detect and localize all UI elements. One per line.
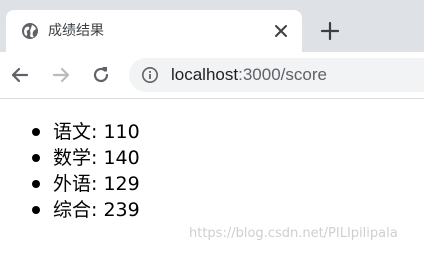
arrow-back-icon[interactable]	[9, 64, 31, 86]
watermark: https://blog.csdn.net/PILIpilipala	[189, 226, 398, 241]
list-item: 语文: 110	[32, 121, 140, 143]
list-item: 数学: 140	[32, 147, 140, 169]
globe-icon	[22, 23, 38, 39]
tab-active[interactable]: 成绩结果	[6, 10, 302, 52]
list-item: 外语: 129	[32, 173, 140, 195]
close-icon[interactable]	[272, 22, 290, 40]
address-bar[interactable]: localhost:3000/score	[129, 58, 424, 92]
browser-toolbar: localhost:3000/score	[0, 52, 424, 99]
plus-icon[interactable]	[320, 21, 340, 41]
arrow-forward-icon[interactable]	[50, 64, 72, 86]
tab-title: 成绩结果	[48, 23, 104, 39]
tab-strip: 成绩结果	[0, 0, 424, 52]
url-path: :3000/score	[238, 65, 327, 84]
reload-icon[interactable]	[90, 64, 112, 86]
url-text[interactable]: localhost:3000/score	[171, 64, 327, 86]
url-host: localhost	[171, 65, 239, 84]
list-item: 综合: 239	[32, 199, 140, 221]
score-list: 语文: 110 数学: 140 外语: 129 综合: 239	[32, 119, 140, 223]
info-icon[interactable]	[141, 66, 159, 84]
